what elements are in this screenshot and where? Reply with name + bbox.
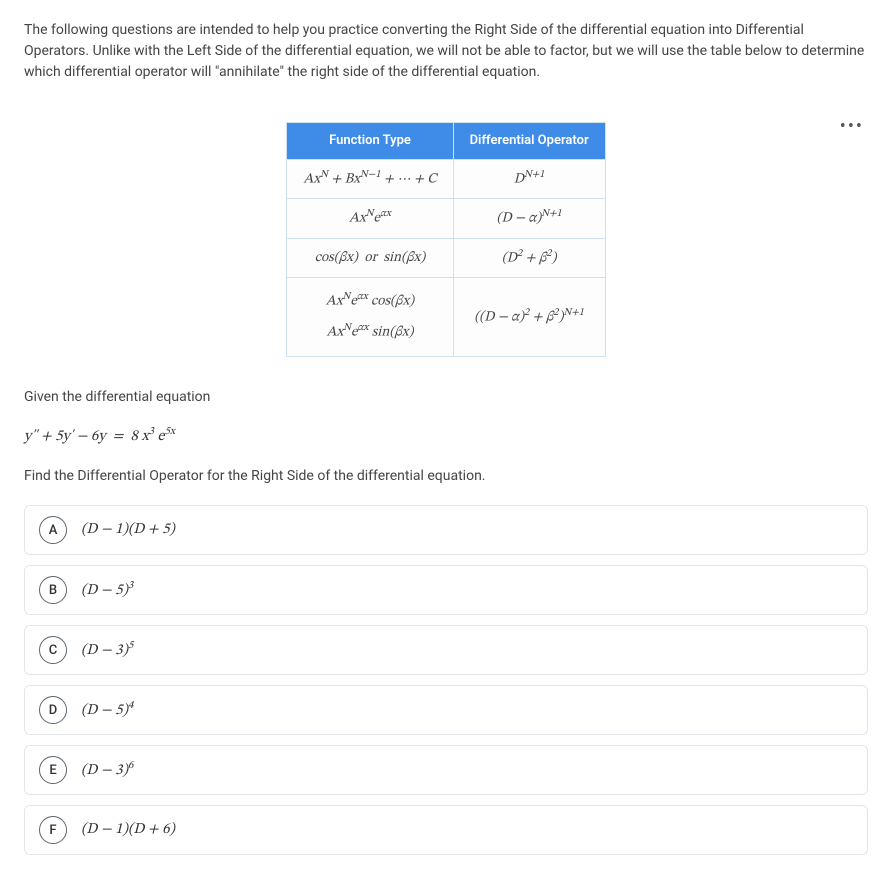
option-f[interactable]: F (D − 1)(D + 6): [24, 805, 868, 855]
option-text: (D − 5)3: [81, 578, 133, 603]
table-row: (D − α)N+1: [453, 199, 605, 239]
option-e[interactable]: E (D − 3)6: [24, 745, 868, 795]
intro-text: The following questions are intended to …: [24, 20, 868, 83]
more-options-icon[interactable]: •••: [840, 113, 868, 140]
option-text: (D − 1)(D + 6): [81, 819, 175, 842]
operator-table: Function Type Differential Operator AxN …: [286, 122, 605, 357]
table-row: (D2 + β2): [453, 238, 605, 278]
option-b[interactable]: B (D − 5)3: [24, 565, 868, 615]
table-row: AxN + BxN−1 + ⋯ + C: [287, 159, 453, 199]
find-label: Find the Differential Operator for the R…: [24, 466, 868, 487]
option-letter: B: [39, 576, 67, 604]
table-row: DN+1: [453, 159, 605, 199]
option-text: (D − 1)(D + 5): [81, 519, 175, 542]
option-c[interactable]: C (D − 3)5: [24, 625, 868, 675]
table-row: AxNeαx: [287, 199, 453, 239]
option-letter: A: [39, 516, 67, 544]
option-a[interactable]: A (D − 1)(D + 5): [24, 505, 868, 555]
table-row: cos(βx) or sin(βx): [287, 238, 453, 278]
option-text: (D − 3)5: [81, 638, 133, 663]
option-text: (D − 3)6: [81, 758, 133, 783]
option-letter: D: [39, 696, 67, 724]
options-list: A (D − 1)(D + 5) B (D − 5)3 C (D − 3)5 D…: [24, 505, 868, 855]
table-row: ((D − α)2 + β2)N+1: [453, 278, 605, 356]
option-letter: C: [39, 636, 67, 664]
differential-equation: y'' + 5y' − 6y = 8 x3 e5x: [24, 424, 868, 449]
option-letter: F: [39, 816, 67, 844]
option-text: (D − 5)4: [81, 698, 133, 723]
table-row: AxNeαx cos(βx) AxNeαx sin(βx): [287, 278, 453, 356]
option-letter: E: [39, 756, 67, 784]
given-label: Given the differential equation: [24, 387, 868, 408]
option-d[interactable]: D (D − 5)4: [24, 685, 868, 735]
